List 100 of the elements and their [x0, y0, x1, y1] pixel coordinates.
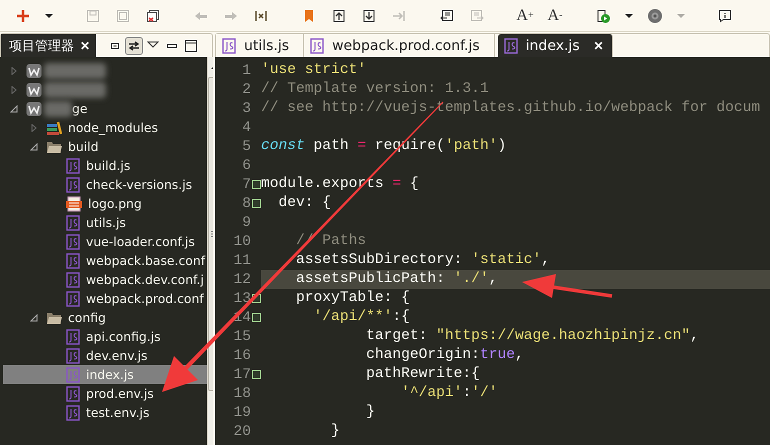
code-line: dev: { [278, 194, 332, 213]
file-name: vue-loader.conf.js [86, 234, 195, 249]
js-file-icon [66, 366, 80, 382]
fold-icon[interactable] [252, 370, 260, 379]
collapsed-icon [10, 66, 18, 74]
tree-item[interactable]: test.env.js [3, 403, 208, 422]
fold-icon[interactable] [252, 180, 260, 189]
js-file-icon [66, 272, 80, 288]
code-line: // Template version: 1.3.1 [261, 80, 490, 99]
tree-item[interactable]: check-versions.js [3, 175, 208, 194]
tree-item[interactable]: logo.png [3, 194, 208, 213]
code-line: '/api/**':{ [312, 308, 411, 327]
line-number: 10 [232, 234, 251, 250]
line-number: 17 [232, 366, 251, 382]
code-line: } [365, 403, 376, 422]
code-line: target: "https://wage.haozhipinjz.cn", [365, 327, 700, 346]
minimize-icon [167, 44, 177, 48]
project-icon [26, 62, 42, 78]
tree-item[interactable]: node_modules [3, 118, 208, 137]
tree-item[interactable]: webpack.prod.conf [3, 289, 208, 308]
js-file-icon [66, 386, 80, 402]
file-name: node_modules [68, 120, 158, 135]
js-file-icon [66, 404, 80, 420]
line-number: 4 [241, 120, 251, 136]
code-line: assetsSubDirectory: 'static', [295, 251, 552, 270]
panel-tab[interactable]: 项目管理器 ✕ [1, 34, 96, 57]
line-number: 16 [232, 348, 251, 364]
tree-item[interactable]: config [3, 308, 208, 327]
file-name: utils.js [86, 215, 126, 230]
file-name: webpack.prod.conf [86, 291, 204, 306]
file-name: config [68, 310, 106, 325]
js-file-icon [66, 176, 80, 192]
editor-tab[interactable]: index.js ✕ [498, 34, 613, 57]
go-down-icon [361, 8, 377, 24]
tree-item[interactable]: build.js [3, 156, 208, 175]
caret-icon [677, 14, 685, 18]
line-number: 1 [241, 62, 251, 78]
add-icon [15, 8, 31, 24]
js-file-icon [504, 38, 518, 54]
run-icon [595, 8, 611, 24]
line-number: 20 [232, 424, 251, 440]
js-file-icon [310, 38, 324, 54]
file-name: ge [72, 101, 88, 116]
tree-item[interactable]: webpack.base.conf [3, 251, 208, 270]
collapsed-icon [10, 86, 18, 94]
js-file-icon [66, 158, 80, 174]
file-name: check-versions.js [86, 177, 192, 192]
js-file-icon [66, 328, 80, 344]
expanded-icon [30, 314, 38, 322]
caret-icon [45, 14, 53, 18]
js-file-icon [66, 348, 80, 364]
tree-item[interactable]: vue-loader.conf.js [3, 232, 208, 251]
code-line: proxyTable: { [295, 289, 411, 308]
expanded-icon [30, 142, 38, 150]
js-file-icon [66, 252, 80, 268]
code-line: changeOrigin:true, [365, 346, 525, 365]
file-name: logo.png [88, 196, 142, 211]
tree-item[interactable]: api.config.js [3, 327, 208, 346]
close-button[interactable]: ✕ [80, 38, 90, 52]
maximize-icon [183, 38, 199, 54]
code-line: '^/api':'/' [400, 384, 498, 403]
file-name: test.env.js [86, 405, 150, 420]
line-number: 8 [241, 196, 251, 212]
fold-icon[interactable] [252, 313, 260, 322]
code-line: pathRewrite:{ [365, 365, 481, 384]
save-icon [85, 8, 101, 24]
file-name: webpack.dev.conf.j [86, 272, 204, 287]
image-file-icon [66, 196, 82, 212]
line-number: 7 [241, 176, 251, 192]
save-all-icon [115, 8, 131, 24]
caret-icon [625, 14, 633, 18]
line-number: 11 [232, 252, 251, 268]
panel-title: 项目管理器 [9, 38, 74, 54]
file-name: api.config.js [86, 329, 161, 344]
line-number: 19 [232, 404, 251, 420]
tree-item[interactable]: dev.env.js [3, 346, 208, 365]
link-editor-button[interactable] [125, 36, 143, 54]
editor-tab[interactable]: utils.js [216, 34, 304, 57]
file-name: build [68, 139, 98, 154]
tree-item[interactable]: prod.env.js [3, 384, 208, 403]
fold-icon[interactable] [252, 199, 260, 208]
project-icon [26, 100, 42, 116]
tree-item[interactable]: ge [3, 99, 208, 118]
tree-item[interactable]: utils.js [3, 213, 208, 232]
line-number: 15 [232, 328, 251, 344]
close-file-icon [145, 8, 161, 24]
js-file-icon [222, 38, 236, 54]
line-number: 3 [241, 100, 251, 116]
close-button[interactable]: ✕ [588, 38, 604, 52]
indent-icon [469, 8, 485, 24]
project-icon [26, 82, 42, 98]
line-number: 18 [232, 386, 251, 402]
tree-item[interactable]: webpack.dev.conf.j [3, 270, 208, 289]
browser-icon [647, 8, 663, 24]
tree-item[interactable]: build [3, 137, 208, 156]
line-number: 5 [241, 138, 251, 154]
js-file-icon [66, 234, 80, 250]
info-icon [717, 8, 733, 24]
collapsed-icon [30, 124, 38, 132]
expanded-icon [10, 104, 18, 112]
